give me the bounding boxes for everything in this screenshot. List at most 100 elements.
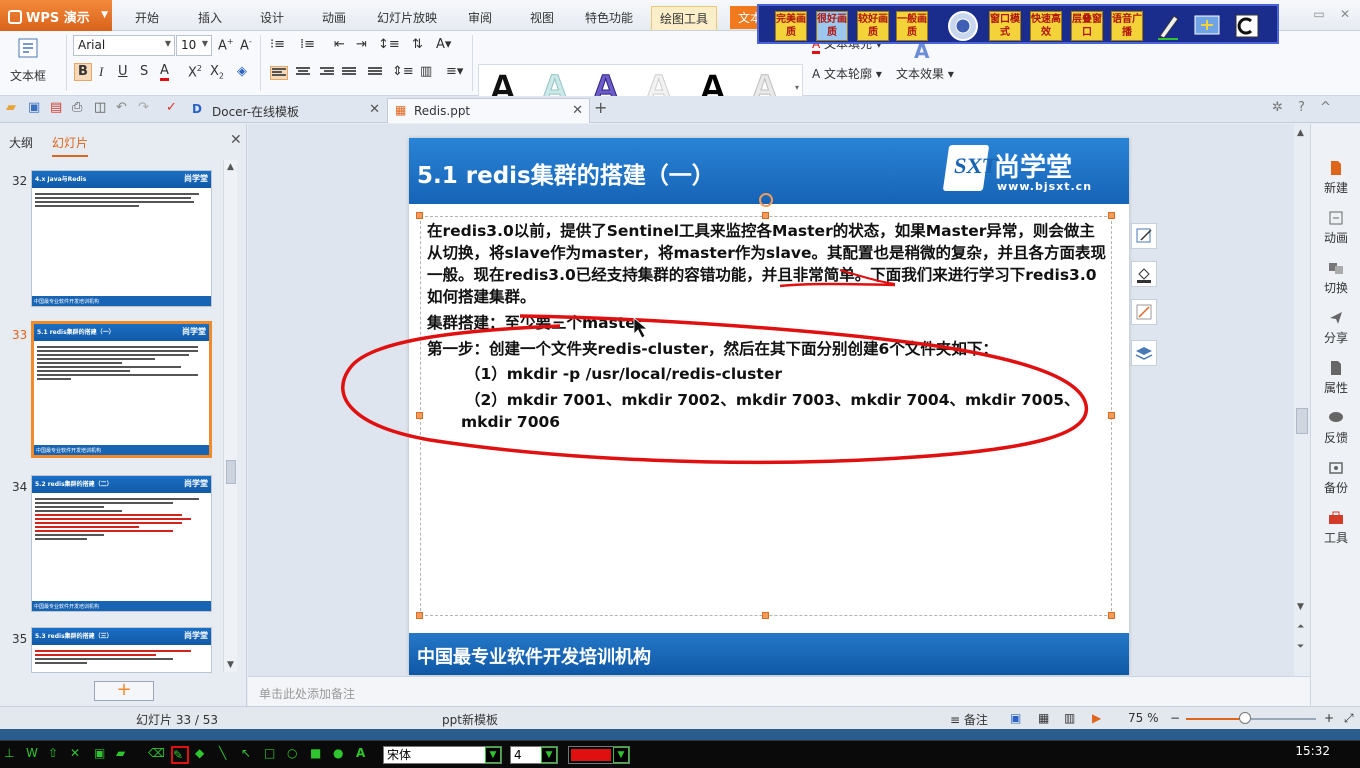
text-outline-button[interactable]: A 文本轮廓 ▾ [812,65,882,82]
resize-handle[interactable] [416,412,423,419]
font-name-combo[interactable]: Arial ▼ [73,35,175,56]
slide-thumbnail-selected[interactable]: 5.1 redis集群的搭建（一） 尚学堂 中国最专业软件开发培训机构 [31,321,212,458]
recorder-quality-good[interactable]: 很好画质 [816,11,848,41]
subscript-button[interactable]: X2 [210,64,224,81]
arrow-up-icon[interactable]: ⇧ [48,746,66,764]
minimize-ribbon-icon[interactable]: ^ [1320,100,1331,115]
annotation-size-select[interactable]: 4 ▼ [510,746,558,764]
screen-capture-icon[interactable] [1191,10,1223,42]
tab-special[interactable]: 特色功能 [585,9,633,26]
text-direction-button[interactable]: ⇅ [412,37,423,52]
textbox-selection-frame[interactable] [420,216,1112,616]
annotation-color-select[interactable]: ▼ [568,746,630,764]
line-spacing-button[interactable]: ↕≡ [378,37,400,52]
resize-handle[interactable] [416,212,423,219]
tab-insert[interactable]: 插入 [198,9,222,26]
zoom-out-icon[interactable]: − [1170,711,1180,725]
slide-thumbnail[interactable]: 5.2 redis集群的搭建（二） 尚学堂 中国最专业软件开发培训机构 [31,475,212,612]
resize-handle[interactable] [1108,412,1115,419]
pin-icon[interactable]: ⊥ [4,746,22,764]
text-effect-button[interactable]: 文本效果 ▾ [896,65,954,82]
resize-handle[interactable] [1108,212,1115,219]
scroll-up-icon[interactable]: ▲ [227,162,234,172]
filled-ellipse-icon[interactable]: ● [333,746,351,764]
task-backup[interactable]: 备份 [1311,460,1360,496]
line-icon[interactable]: ╲ [219,746,237,764]
arrow-tool-icon[interactable]: ↖ [241,746,259,764]
recorder-voice-broadcast[interactable]: 语音广播 [1111,11,1143,41]
rotate-handle[interactable] [759,193,773,207]
eraser-icon[interactable]: ⌫ [148,746,166,764]
notes-toggle[interactable]: ≡ 备注 [950,711,988,728]
filled-rectangle-icon[interactable]: ■ [310,746,328,764]
slide-title[interactable]: 5.1 redis集群的搭建（一） [417,156,715,190]
reading-view-icon[interactable]: ▥ [1064,711,1075,725]
scroll-thumb[interactable] [1296,408,1308,434]
recorder-quality-perfect[interactable]: 完美画质 [775,11,807,41]
zoom-slider-knob[interactable] [1238,712,1251,724]
tab-outline[interactable]: 大纲 [9,134,33,151]
bold-button[interactable]: B [74,63,92,81]
close-icon[interactable]: ✕ [1340,7,1350,21]
print-preview-icon[interactable]: ◫ [94,100,106,115]
export-pdf-icon[interactable]: ▤ [50,100,62,115]
redo-icon[interactable]: ↷ [138,100,149,115]
print-icon[interactable]: ⎙ [72,100,82,115]
align-text-button[interactable]: A▾ [436,37,451,52]
scroll-down-icon[interactable]: ▼ [227,660,234,670]
increase-indent-button[interactable]: ⇥ [356,37,367,52]
layers-button[interactable] [1131,340,1157,366]
columns-button[interactable]: ▥ [420,64,432,79]
resize-handle[interactable] [416,612,423,619]
align-center-button[interactable] [296,67,312,79]
tab-animation[interactable]: 动画 [322,9,346,26]
tab-view[interactable]: 视图 [530,9,554,26]
tab-redis-ppt[interactable]: ▦ Redis.ppt ✕ [387,98,590,123]
fill-button[interactable] [1131,261,1157,287]
task-share[interactable]: 分享 [1311,310,1360,346]
wps-app-menu-button[interactable]: WPS 演示 ▼ [0,0,112,31]
format-painter-icon[interactable]: ✓ [166,100,177,115]
tab-review[interactable]: 审阅 [468,9,492,26]
tab-design[interactable]: 设计 [260,9,284,26]
bullet-list-button[interactable]: ⁝≡ [270,37,285,52]
scroll-down-icon[interactable]: ▼ [1297,602,1304,612]
recorder-quality-fine[interactable]: 较好画质 [857,11,889,41]
slide-thumbnail[interactable]: 5.3 redis集群的搭建（三） 尚学堂 [31,627,212,673]
tab-drawing-tools[interactable]: 绘图工具 [651,6,718,30]
resize-handle[interactable] [1108,612,1115,619]
task-transition[interactable]: 切换 [1311,260,1360,296]
align-right-button[interactable] [320,67,336,79]
slide-scrollbar[interactable]: ▲ ▼ ⏶ ⏷ [1294,124,1310,676]
word-icon[interactable]: W [26,746,44,764]
grow-font-button[interactable]: A+ [218,37,234,53]
notes-area[interactable]: 单击此处添加备注 [248,676,1310,706]
open-folder-icon[interactable]: ▰ [6,100,16,115]
slide-thumbnail[interactable]: 4.x Java与Redis 尚学堂 中国最专业软件开发培训机构 [31,170,212,307]
shrink-font-button[interactable]: A- [240,37,252,53]
fit-window-icon[interactable]: ⤢ [1344,711,1354,726]
close-icon[interactable]: ✕ [572,103,583,118]
save-icon[interactable]: ▣ [28,100,40,115]
slideshow-icon[interactable]: ▶ [1092,711,1101,725]
text-tool-icon[interactable]: A [356,746,374,764]
strikethrough-button[interactable]: S [140,64,148,79]
previous-slide-icon[interactable]: ⏶ [1297,622,1304,632]
close-icon[interactable]: ✕ [230,132,242,148]
more-paragraph-button[interactable]: ≡▾ [446,64,463,79]
scroll-up-icon[interactable]: ▲ [1297,128,1304,138]
resize-handle[interactable] [762,612,769,619]
open-folder-icon[interactable]: ▰ [116,746,134,764]
gallery-scroll-icon[interactable]: ▾ [795,83,799,92]
clear-format-icon[interactable]: ◈ [237,64,247,79]
next-slide-icon[interactable]: ⏷ [1297,642,1304,652]
normal-view-icon[interactable]: ▣ [1010,711,1021,725]
task-tools[interactable]: 工具 [1311,510,1360,546]
distribute-button[interactable] [368,67,384,79]
italic-button[interactable]: I [99,64,103,80]
ellipse-icon[interactable]: ○ [287,746,305,764]
textbox-button[interactable]: 文本框 [8,37,48,84]
settings-icon[interactable]: ✲ [1272,100,1283,115]
recorder-window-mode[interactable]: 窗口模式 [989,11,1021,41]
task-properties[interactable]: 属性 [1311,360,1360,396]
